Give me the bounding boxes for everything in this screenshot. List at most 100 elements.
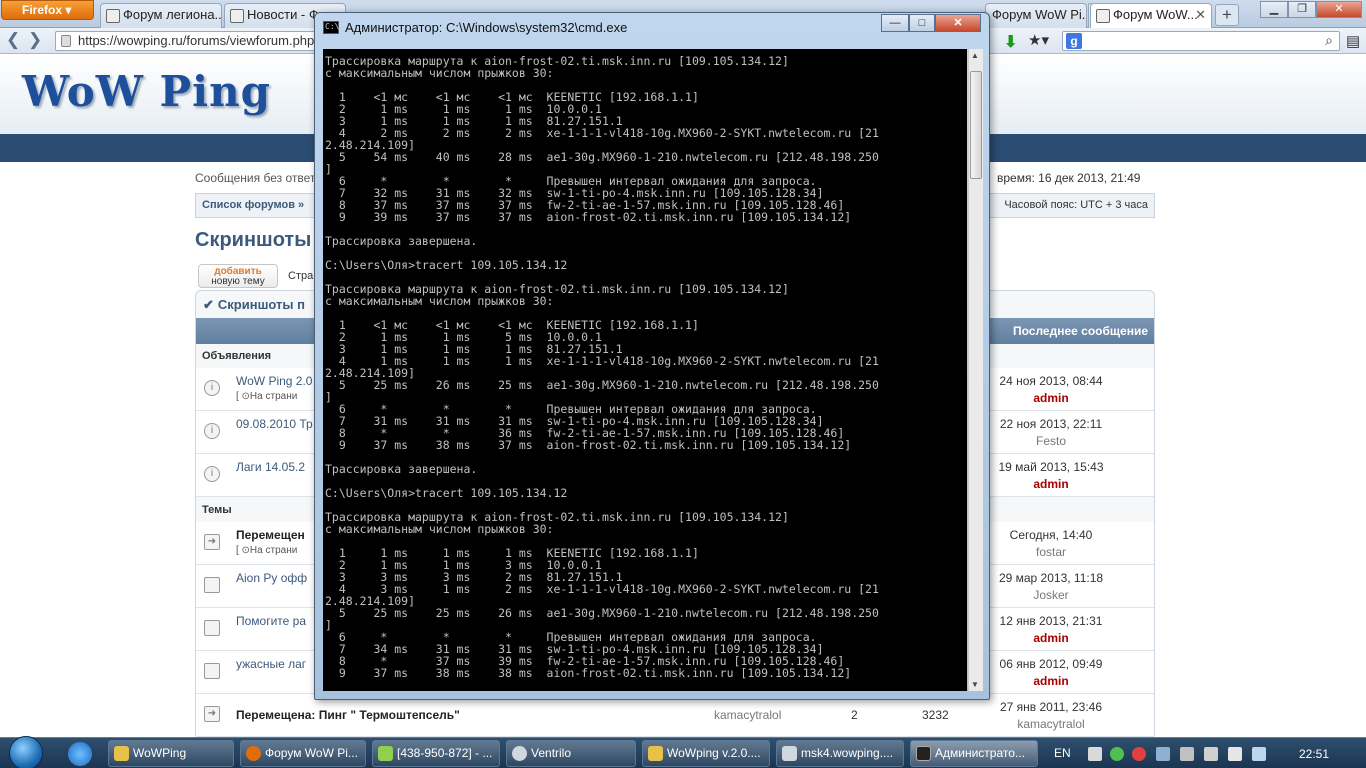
cmd-window[interactable]: C:\ Администратор: C:\Windows\system32\c…	[314, 12, 990, 700]
taskbar-item-label: [438-950-872] - ...	[397, 746, 493, 760]
bookmark-star-icon[interactable]: ★▾	[1028, 31, 1049, 49]
google-icon: g	[1066, 33, 1082, 49]
tab-label: Форум WoW Pi...	[992, 7, 1087, 22]
network-signal-icon[interactable]	[1252, 747, 1266, 761]
page-icon	[1096, 9, 1110, 23]
search-input[interactable]: g ⌕	[1062, 31, 1340, 51]
firefox-icon	[246, 746, 261, 761]
tray-icon[interactable]	[1132, 747, 1146, 761]
unanswered-link[interactable]: Сообщения без ответа	[195, 171, 322, 185]
taskbar-item-label: WoWping v.2.0....	[667, 746, 761, 760]
taskbar-item[interactable]: [438-950-872] - ...	[372, 740, 500, 767]
taskbar-item-label: Ventrilo	[531, 746, 572, 760]
topic-title[interactable]: ужасные лаг	[236, 657, 306, 671]
language-indicator[interactable]: EN	[1054, 746, 1071, 760]
cmd-titlebar[interactable]: C:\ Администратор: C:\Windows\system32\c…	[315, 13, 989, 41]
topic-title[interactable]: Перемещена: Пинг " Термоштепсель"	[236, 708, 460, 722]
clock[interactable]: 22:51	[1299, 747, 1329, 761]
back-arrow-icon[interactable]: ❮	[6, 31, 20, 49]
cmd-close-button[interactable]: ✕	[935, 14, 981, 32]
maximize-button[interactable]: ❐	[1288, 1, 1316, 18]
breadcrumb[interactable]: Список форумов »	[202, 199, 304, 211]
taskbar-item-label: WoWPing	[133, 746, 187, 760]
scroll-up-icon[interactable]: ▲	[971, 51, 979, 60]
browser-tab-active[interactable]: Форум WoW... ✕	[1090, 3, 1212, 28]
remote-icon	[378, 746, 393, 761]
new-topic-button[interactable]: добавить новую тему	[198, 264, 278, 288]
site-logo[interactable]: WoW Ping	[22, 67, 271, 116]
folder-icon	[648, 746, 663, 761]
taskbar-item[interactable]: Форум WoW Pi...	[240, 740, 366, 767]
table-row[interactable]: ➜ Перемещена: Пинг " Термоштепсель" kama…	[196, 694, 1154, 737]
page-icon	[230, 9, 244, 23]
taskbar: WoWPing Форум WoW Pi... [438-950-872] - …	[0, 736, 1366, 768]
firefox-menu-label: Firefox	[22, 3, 63, 17]
topic-icon	[204, 663, 220, 679]
topic-icon	[204, 620, 220, 636]
menu-icon[interactable]: ▤	[1346, 32, 1360, 50]
topic-views: 3232	[922, 708, 949, 722]
download-icon[interactable]: ⬇	[1004, 32, 1017, 52]
taskbar-item[interactable]: msk4.wowping....	[776, 740, 904, 767]
start-button[interactable]	[9, 736, 43, 768]
forward-arrow-icon[interactable]: ❯	[28, 31, 42, 49]
taskbar-item-active[interactable]: Администрато...	[910, 740, 1038, 767]
browser-tab[interactable]: Форум WoW Pi...	[985, 3, 1087, 28]
page-title[interactable]: Скриншоты	[195, 229, 311, 252]
topic-title[interactable]: Перемещен	[236, 528, 305, 542]
close-button[interactable]: ✕	[1316, 1, 1362, 18]
page-icon	[106, 9, 120, 23]
cmd-icon	[916, 746, 931, 761]
cmd-maximize-button[interactable]: □	[909, 14, 935, 32]
url-text: https://wowping.ru/forums/viewforum.php?	[78, 33, 322, 48]
tab-label: Форум WoW...	[1113, 7, 1198, 22]
browser-tab[interactable]: Форум легиона...	[100, 3, 222, 28]
cmd-console[interactable]: Трассировка маршрута к aion-frost-02.ti.…	[323, 49, 967, 691]
current-time: время: 16 дек 2013, 21:49	[997, 171, 1141, 185]
close-tab-icon[interactable]: ✕	[1195, 4, 1206, 26]
topic-title[interactable]: WoW Ping 2.0	[236, 374, 312, 388]
info-icon: i	[204, 423, 220, 439]
section-topics: Темы	[202, 504, 232, 516]
cmd-scrollbar[interactable]: ▲ ▼	[968, 49, 983, 691]
new-tab-button[interactable]: +	[1215, 4, 1239, 26]
taskbar-item-label: Форум WoW Pi...	[265, 746, 358, 760]
pages-label: Стра	[288, 270, 314, 282]
taskbar-item[interactable]: Ventrilo	[506, 740, 636, 767]
taskbar-item[interactable]: WoWping v.2.0....	[642, 740, 770, 767]
last-post-author[interactable]: kamacytralol	[956, 717, 1146, 731]
topic-pages[interactable]: [ ⊙На страни	[236, 545, 297, 556]
taskbar-item[interactable]: WoWPing	[108, 740, 234, 767]
cmd-icon: C:\	[323, 21, 339, 34]
minimize-button[interactable]: ▁	[1260, 1, 1288, 18]
volume-icon[interactable]	[1228, 747, 1242, 761]
cmd-title: Администратор: C:\Windows\system32\cmd.e…	[345, 20, 628, 35]
taskbar-item-label: Администрато...	[935, 746, 1025, 760]
moved-topic-icon: ➜	[204, 534, 220, 550]
forum-box-title: ✔ Скриншоты п	[203, 297, 305, 313]
url-bar[interactable]: https://wowping.ru/forums/viewforum.php?	[55, 31, 325, 51]
topic-icon	[204, 577, 220, 593]
cmd-output: Трассировка маршрута к aion-frost-02.ti.…	[325, 54, 879, 680]
cmd-minimize-button[interactable]: —	[881, 14, 909, 32]
topic-title[interactable]: 09.08.2010 Тр	[236, 417, 313, 431]
firefox-menu-button[interactable]: Firefox ▾	[1, 0, 94, 20]
taskbar-item-label: msk4.wowping....	[801, 746, 894, 760]
action-center-icon[interactable]	[1204, 747, 1218, 761]
internet-explorer-icon[interactable]	[68, 742, 92, 766]
topic-title[interactable]: Aion Ру офф	[236, 571, 307, 585]
network-icon	[782, 746, 797, 761]
topic-title[interactable]: Помогите ра	[236, 614, 306, 628]
scroll-down-icon[interactable]: ▼	[971, 680, 979, 689]
topic-pages[interactable]: [ ⊙На страни	[236, 391, 297, 402]
scroll-thumb[interactable]	[970, 71, 982, 179]
tray-icon[interactable]	[1088, 747, 1102, 761]
topic-title[interactable]: Лаги 14.05.2	[236, 460, 305, 474]
topic-author[interactable]: kamacytralol	[714, 708, 781, 722]
tray-icon[interactable]	[1156, 747, 1170, 761]
search-icon[interactable]: ⌕	[1325, 32, 1333, 49]
checkmark-icon: ✔	[203, 297, 214, 312]
tab-label: Форум легиона...	[123, 7, 222, 22]
tray-icon[interactable]	[1110, 747, 1124, 761]
tray-icon[interactable]	[1180, 747, 1194, 761]
